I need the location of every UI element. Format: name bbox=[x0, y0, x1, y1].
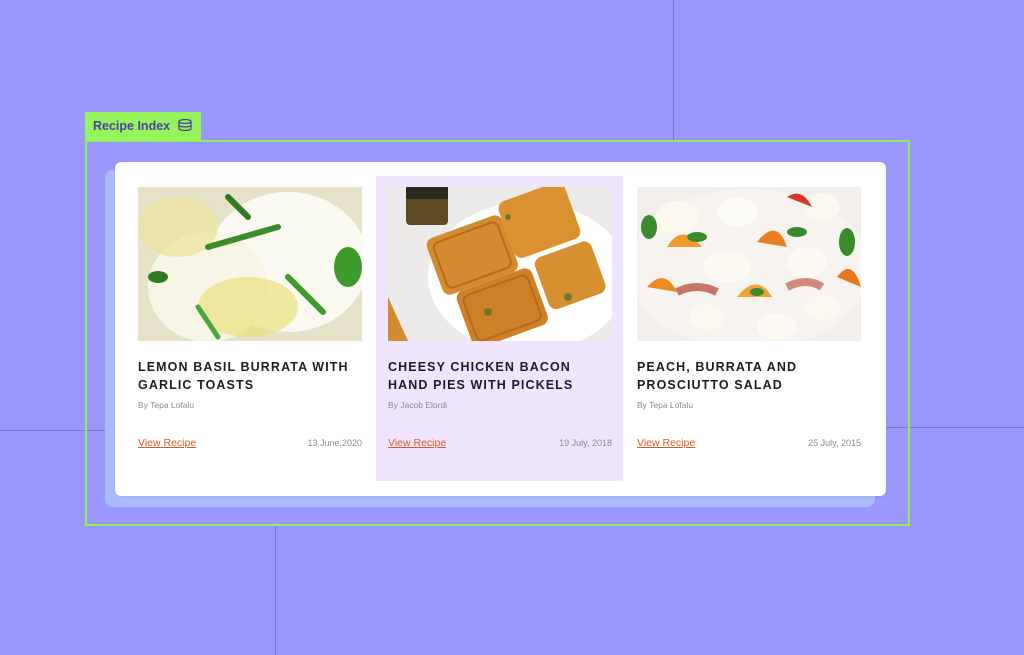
recipe-card[interactable]: Lemon Basil Burrata with Garlic Toasts B… bbox=[138, 187, 362, 449]
recipe-card[interactable]: Cheesy Chicken Bacon Hand Pies with Pick… bbox=[388, 187, 612, 449]
view-recipe-link[interactable]: View Recipe bbox=[138, 437, 196, 449]
recipe-title[interactable]: Lemon Basil Burrata with Garlic Toasts bbox=[138, 358, 362, 394]
component-tag-label: Recipe Index bbox=[93, 119, 171, 133]
view-recipe-link[interactable]: View Recipe bbox=[388, 437, 446, 449]
recipe-title[interactable]: Cheesy Chicken Bacon Hand Pies with Pick… bbox=[388, 358, 612, 394]
component-tag[interactable]: Recipe Index bbox=[85, 112, 201, 140]
recipe-date: 19 July, 2018 bbox=[559, 438, 612, 448]
recipe-photo-peach-salad[interactable] bbox=[637, 187, 861, 341]
guide-line bbox=[673, 0, 674, 140]
recipe-date: 25 July, 2015 bbox=[808, 438, 861, 448]
guide-line bbox=[275, 526, 276, 655]
database-icon bbox=[178, 118, 192, 134]
recipe-author: By Tepa Lofalu bbox=[637, 400, 694, 410]
recipe-photo-burrata[interactable] bbox=[138, 187, 362, 341]
view-recipe-link[interactable]: View Recipe bbox=[637, 437, 695, 449]
recipe-author: By Tepa Lofalu bbox=[138, 400, 195, 410]
recipe-author: By Jacob Elordi bbox=[388, 400, 448, 410]
recipe-card[interactable]: Peach, Burrata and Prosciutto Salad By T… bbox=[637, 187, 861, 449]
recipe-photo-hand-pies[interactable] bbox=[388, 187, 612, 341]
recipe-date: 13 June,2020 bbox=[307, 438, 362, 448]
recipe-title[interactable]: Peach, Burrata and Prosciutto Salad bbox=[637, 358, 861, 394]
